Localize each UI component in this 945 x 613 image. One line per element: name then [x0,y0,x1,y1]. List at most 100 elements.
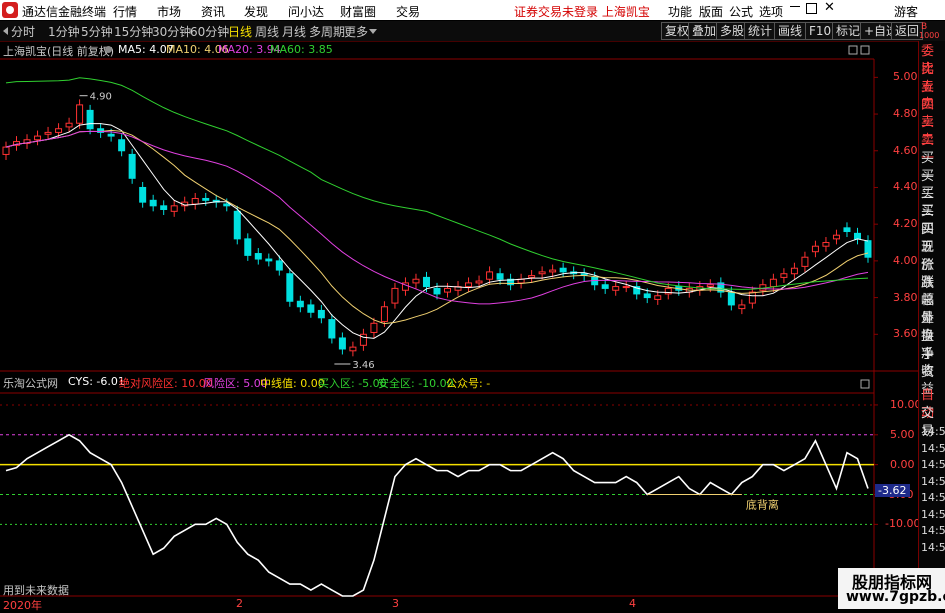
tick-time: 14:56 [921,507,945,521]
watermark: 股朋指标网 www.7gpzb.com [838,568,945,609]
candle-body [643,293,651,299]
candle-body [380,306,388,322]
candle-body [170,205,178,212]
candle-body [475,280,483,284]
tf-multi[interactable]: 多周期 [309,23,345,40]
candle-body [118,139,126,152]
tf-5min[interactable]: 5分钟 [81,23,113,40]
x-label-3: 3 [392,597,399,610]
tf-weekly[interactable]: 周线 [255,23,279,40]
candle-body [496,273,504,280]
candle-body [853,232,861,240]
tf-60min[interactable]: 60分钟 [190,23,229,40]
candle-body [769,278,777,288]
menu-banmian[interactable]: 版面 [699,3,723,20]
candle-body [233,210,241,240]
x-label-4: 4 [629,597,636,610]
login-status[interactable]: 证券交易未登录 上海凯宝 [514,3,650,20]
ma60-line [5,77,869,290]
close-icon[interactable]: ✕ [824,0,835,15]
candle-body [160,205,168,210]
x-label-2020: 2020年 [3,599,42,612]
candle-body [465,282,473,288]
tf-more[interactable]: 更多 [344,23,368,40]
candle-body [864,240,872,258]
candle-body [433,287,441,295]
candle-body [149,199,157,207]
price-tick: 3.60 [893,327,918,341]
candle-body [486,271,494,280]
indicator-tick: 0.00 [890,457,915,471]
candle-body [811,245,819,253]
watermark-url: www.7gpzb.com [846,589,945,605]
candle-body [843,227,851,233]
candle-body [790,267,798,275]
future-data-note: 用到未来数据 [3,584,69,597]
candle-body [706,284,714,288]
price-tick: 4.60 [893,143,918,157]
menu-caifuquan[interactable]: 财富圈 [340,3,376,20]
minimize-icon[interactable] [790,6,800,7]
ind-panel-icon[interactable] [860,379,870,389]
candle-body [654,295,662,300]
tf-daily[interactable]: 日线 [228,23,252,40]
candle-body [55,128,63,133]
indicator-tick: -10.00 [885,517,921,531]
quote-side-panel: 委比 卖五 卖四 卖三 卖二 卖一 买一 买二 买三 买四 买五 现价 涨跌 涨幅 总量 外盘 换手 净资 收益 自动… [918,41,945,609]
panel-restore-icon[interactable] [860,45,870,55]
candle-body [822,242,830,247]
candle-body [254,253,262,260]
price-tick: 4.80 [893,107,918,121]
price-tick: 4.20 [893,217,918,231]
candle-body [65,122,73,128]
candle-body [307,304,315,313]
menu-wenxiaoda[interactable]: 问小达 [288,3,324,20]
btn-f10[interactable]: F10 [805,22,836,40]
low-label: 3.46 [352,360,374,371]
candle-body [44,131,52,135]
price-tick: 4.40 [893,180,918,194]
candle-body [801,256,809,267]
candle-body [223,203,231,207]
candle-body [780,273,788,278]
tick-time: 14:56 [921,474,945,488]
x-label-2: 2 [236,597,243,610]
menu-jiaoyi[interactable]: 交易 [396,3,420,20]
indicator-tick: 10.00 [890,397,922,411]
guest-label[interactable]: 游客 [894,3,918,20]
menu-faxian[interactable]: 发现 [244,3,268,20]
candle-body [612,286,620,291]
panel-max-icon[interactable] [848,45,858,55]
divergence-label: 底背离 [746,498,779,512]
candle-body [107,133,115,137]
more-chevron-icon[interactable] [369,29,377,34]
btn-huaxian[interactable]: 画线 [774,22,807,40]
menu-gongshi[interactable]: 公式 [729,3,753,20]
menu-shichang[interactable]: 市场 [157,3,181,20]
tf-1min[interactable]: 1分钟 [48,23,80,40]
menu-zixun[interactable]: 资讯 [201,3,225,20]
collapse-arrow-icon[interactable] [3,27,8,35]
tf-monthly[interactable]: 月线 [282,23,306,40]
title-bar: 通达信金融终端 行情 市场 资讯 发现 问小达 财富圈 交易 证券交易未登录 上… [0,0,945,20]
candle-body [2,146,10,155]
candle-body [317,309,325,319]
candle-body [328,319,336,339]
app-title: 通达信金融终端 [22,5,107,19]
tf-15min[interactable]: 15分钟 [114,23,153,40]
candle-body [338,337,346,350]
menu-hangqing[interactable]: 行情 [113,3,137,20]
indicator-tick: 5.00 [890,427,915,441]
current-value-tag: -3.62 [875,484,910,497]
tf-fenshi[interactable]: 分时 [11,23,35,40]
candle-body [748,291,756,304]
price-indicator-chart[interactable]: 底背离 4.90 3.46 [0,41,918,609]
tf-30min[interactable]: 30分钟 [152,23,191,40]
btn-tongji[interactable]: 统计 [744,22,777,40]
period-toolbar: 分时 1分钟 5分钟 15分钟 30分钟 60分钟 日线 周线 月线 多周期 更… [0,21,945,42]
menu-xuanxiang[interactable]: 选项 [759,3,783,20]
menu-gongneng[interactable]: 功能 [668,3,692,20]
maximize-icon[interactable] [806,3,817,14]
price-tick: 5.00 [893,70,918,84]
candle-body [191,197,199,205]
